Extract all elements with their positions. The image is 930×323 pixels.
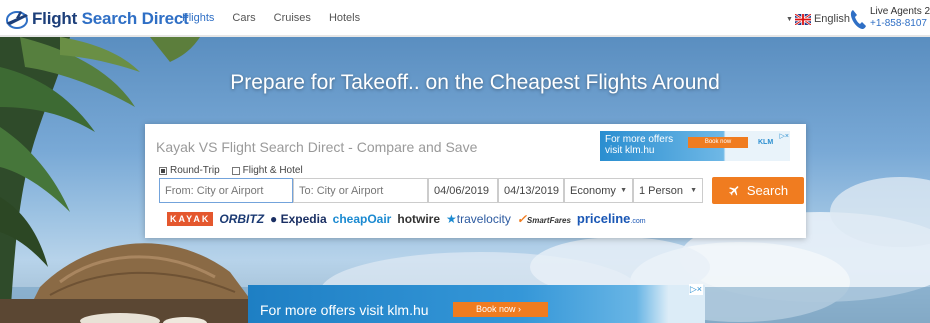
search-form-row: From: City or Airport To: City or Airpor…	[159, 177, 804, 204]
partner-orbitz-logo: ORBITZ	[219, 211, 265, 226]
passengers-value: 1 Person	[639, 184, 684, 197]
depart-date-input[interactable]: 04/06/2019	[428, 178, 498, 203]
flight-search-panel: Kayak VS Flight Search Direct - Compare …	[145, 124, 806, 238]
to-airport-input[interactable]: To: City or Airport	[293, 178, 428, 203]
site-logo[interactable]: Flight Search Direct	[4, 8, 189, 30]
partner-expedia-logo: ● Expedia	[270, 211, 327, 226]
logo-text: Flight Search Direct	[32, 9, 189, 28]
nav-cruises[interactable]: Cruises	[274, 12, 311, 24]
main-nav: Flights Cars Cruises Hotels	[182, 12, 360, 24]
chevron-down-icon: ▼	[620, 187, 627, 194]
chevron-right-icon: ›	[518, 304, 522, 314]
search-button-label: Search	[746, 183, 789, 198]
klm-mini-ad[interactable]: For more offers visit klm.hu Book now KLM…	[600, 131, 790, 161]
expedia-globe-icon: ●	[270, 211, 278, 226]
caret-down-icon: ▼	[786, 15, 793, 23]
round-trip-option[interactable]: Round-Trip	[159, 165, 220, 176]
passengers-select[interactable]: 1 Person ▼	[633, 178, 703, 203]
flag-uk-icon	[794, 13, 811, 25]
flight-hotel-label: Flight & Hotel	[242, 165, 303, 176]
language-selector[interactable]: ▼ English	[786, 13, 850, 25]
partner-logos: KAYAK ORBITZ ● Expedia cheapOair hotwire…	[167, 211, 646, 226]
ad-choices-icon[interactable]: ▷×	[688, 284, 703, 295]
nav-flights[interactable]: Flights	[182, 12, 214, 24]
hero-section: Prepare for Takeoff.. on the Cheapest Fl…	[0, 37, 930, 323]
klm-banner-ad[interactable]: For more offers visit klm.hu Book now › …	[248, 284, 705, 323]
flight-hotel-checkbox[interactable]	[231, 166, 240, 175]
partner-hotwire-logo: hotwire	[397, 211, 441, 226]
banner-ad-book-button[interactable]: Book now ›	[453, 302, 548, 317]
partner-smartfares-logo: ✓SmartFares	[516, 211, 571, 226]
round-trip-label: Round-Trip	[170, 165, 220, 176]
from-airport-input[interactable]: From: City or Airport	[159, 178, 293, 203]
top-navigation-bar: Flight Search Direct Flights Cars Cruise…	[0, 0, 930, 37]
search-panel-title: Kayak VS Flight Search Direct - Compare …	[156, 139, 478, 155]
mini-ad-text: For more offers visit klm.hu	[605, 134, 674, 156]
phone-icon	[850, 10, 866, 29]
language-label: English	[813, 13, 851, 25]
search-button[interactable]: Search	[712, 177, 804, 204]
live-agents-contact[interactable]: Live Agents 2 +1-858-8107	[870, 6, 930, 30]
phone-number[interactable]: +1-858-8107	[870, 18, 930, 30]
partner-priceline-logo: priceline.com	[576, 211, 646, 226]
partner-cheapoair-logo: cheapOair	[332, 211, 392, 226]
klm-logo: KLM	[758, 139, 774, 146]
cabin-class-select[interactable]: Economy ▼	[564, 178, 633, 203]
nav-cars[interactable]: Cars	[232, 12, 255, 24]
nav-hotels[interactable]: Hotels	[329, 12, 360, 24]
plane-icon	[729, 186, 739, 196]
return-date-input[interactable]: 04/13/2019	[498, 178, 564, 203]
live-agents-label: Live Agents 2	[870, 6, 930, 17]
trip-type-options: Round-Trip Flight & Hotel	[159, 165, 303, 176]
checkmark-icon: ✓	[516, 211, 527, 226]
flight-hotel-option[interactable]: Flight & Hotel	[231, 165, 303, 176]
partner-travelocity-logo: ★travelocity	[446, 211, 511, 226]
partner-kayak-logo: KAYAK	[167, 211, 214, 226]
banner-ad-text: For more offers visit klm.hu	[260, 302, 429, 318]
cabin-class-value: Economy	[570, 184, 616, 197]
mini-ad-book-button[interactable]: Book now	[688, 137, 748, 148]
round-trip-checkbox[interactable]	[159, 166, 167, 175]
logo-plane-icon	[6, 11, 28, 29]
ad-choices-icon[interactable]: ▷×	[780, 132, 789, 140]
star-icon: ★	[446, 211, 457, 226]
hero-title: Prepare for Takeoff.. on the Cheapest Fl…	[230, 71, 720, 94]
chevron-down-icon: ▼	[690, 187, 697, 194]
